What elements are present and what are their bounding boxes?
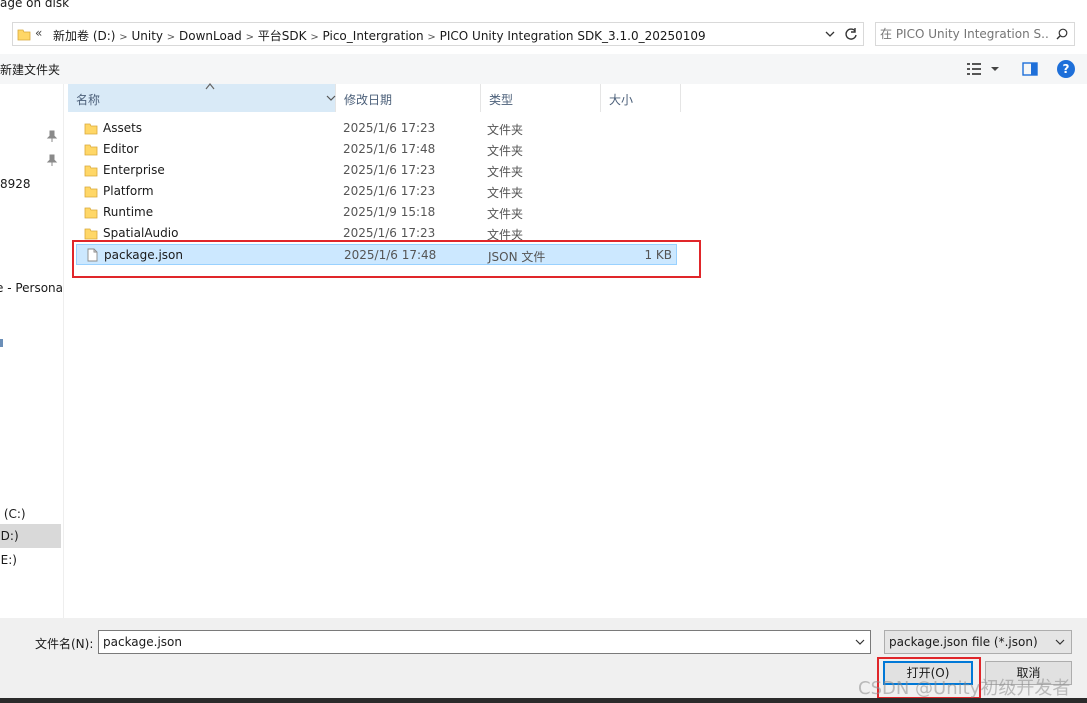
nav-item[interactable]: e - Persona bbox=[0, 281, 63, 295]
pin-icon[interactable] bbox=[46, 130, 58, 142]
folder-icon bbox=[17, 29, 31, 41]
chevron-down-icon[interactable] bbox=[855, 638, 865, 646]
folder-icon bbox=[84, 228, 98, 240]
dialog-footer: 文件名(N): package.json package.json file (… bbox=[0, 618, 1087, 703]
column-header-type[interactable]: 类型 bbox=[481, 84, 601, 112]
file-list: 名称 修改日期 类型 大小 Assets 2025/1/6 17:23 文件夹 … bbox=[64, 83, 1087, 618]
folder-icon bbox=[84, 123, 98, 135]
navigation-pane: 8928 e - Persona 盘 (C:) (D:) (E:) bbox=[0, 84, 64, 618]
file-type: 文件夹 bbox=[487, 186, 524, 200]
search-input[interactable] bbox=[880, 26, 1050, 42]
new-folder-button[interactable]: 新建文件夹 bbox=[0, 61, 60, 78]
breadcrumb-item[interactable]: PICO Unity Integration SDK_3.1.0_2025010… bbox=[440, 29, 706, 43]
window-title-bar: age on disk bbox=[0, 0, 1087, 14]
column-header-label: 名称 bbox=[76, 93, 101, 107]
watermark: CSDN @Unity初级开发者 bbox=[858, 678, 1071, 699]
folder-icon bbox=[84, 165, 98, 177]
nav-item-drive-d[interactable]: (D:) bbox=[0, 529, 19, 543]
chevron-right-icon[interactable]: > bbox=[115, 32, 131, 43]
file-type: 文件夹 bbox=[487, 144, 524, 158]
folder-icon bbox=[84, 186, 98, 198]
file-name: SpatialAudio bbox=[103, 226, 179, 240]
column-header-size[interactable]: 大小 bbox=[601, 84, 681, 112]
column-header-label: 类型 bbox=[489, 93, 514, 107]
file-type-filter-value: package.json file (*.json) bbox=[889, 635, 1038, 649]
file-name: Enterprise bbox=[103, 163, 165, 177]
column-header-label: 修改日期 bbox=[344, 93, 393, 107]
file-name: Platform bbox=[103, 184, 154, 198]
column-header-name[interactable]: 名称 bbox=[68, 83, 336, 112]
toolbar: 新建文件夹 ? bbox=[0, 54, 1087, 84]
overflow-chevron[interactable]: « bbox=[35, 26, 42, 40]
preview-pane-icon[interactable] bbox=[1021, 60, 1039, 78]
file-date: 2025/1/6 17:23 bbox=[343, 163, 436, 177]
file-name: Editor bbox=[103, 142, 139, 156]
window-title: age on disk bbox=[0, 0, 70, 10]
file-name: Assets bbox=[103, 121, 143, 135]
nav-item-drive-e[interactable]: (E:) bbox=[0, 553, 17, 567]
folder-icon bbox=[84, 207, 98, 219]
file-row[interactable]: Assets 2025/1/6 17:23 文件夹 bbox=[76, 118, 677, 139]
file-row[interactable]: Enterprise 2025/1/6 17:23 文件夹 bbox=[76, 160, 677, 181]
pin-icon[interactable] bbox=[46, 154, 58, 166]
chevron-down-icon[interactable] bbox=[1055, 638, 1065, 646]
file-date: 2025/1/6 17:23 bbox=[343, 226, 436, 240]
address-bar[interactable]: « 新加卷 (D:) > Unity > DownLoad > 平台SDK > Pico_Int… bbox=[12, 22, 864, 46]
folder-icon bbox=[84, 144, 98, 156]
file-row[interactable]: Runtime 2025/1/9 15:18 文件夹 bbox=[76, 202, 677, 223]
file-date: 2025/1/6 17:23 bbox=[343, 184, 436, 198]
bottom-edge bbox=[0, 698, 1087, 703]
help-icon[interactable]: ? bbox=[1057, 60, 1075, 78]
chevron-down-icon[interactable] bbox=[823, 27, 837, 41]
nav-item[interactable]: 8928 bbox=[0, 177, 31, 191]
refresh-icon[interactable] bbox=[843, 26, 859, 42]
search-box[interactable] bbox=[875, 22, 1075, 46]
file-type: 文件夹 bbox=[487, 123, 524, 137]
file-date: 2025/1/9 15:18 bbox=[343, 205, 436, 219]
breadcrumb-item[interactable]: 平台SDK bbox=[258, 27, 307, 44]
file-row[interactable]: Editor 2025/1/6 17:48 文件夹 bbox=[76, 139, 677, 160]
column-header-modified[interactable]: 修改日期 bbox=[336, 84, 481, 112]
filename-value[interactable]: package.json bbox=[103, 635, 182, 649]
column-headers: 名称 修改日期 类型 大小 bbox=[64, 83, 1087, 112]
breadcrumb-item[interactable]: Unity bbox=[131, 29, 163, 43]
breadcrumb: 新加卷 (D:) > Unity > DownLoad > 平台SDK > Pico_Inter… bbox=[53, 27, 706, 44]
chevron-right-icon[interactable]: > bbox=[424, 32, 440, 43]
view-options-icon[interactable] bbox=[966, 60, 1002, 78]
column-header-label: 大小 bbox=[609, 93, 634, 107]
chevron-right-icon[interactable]: > bbox=[163, 32, 179, 43]
search-icon[interactable] bbox=[1056, 28, 1068, 40]
chevron-down-icon[interactable] bbox=[326, 94, 336, 102]
chevron-right-icon[interactable]: > bbox=[242, 32, 258, 43]
file-date: 2025/1/6 17:23 bbox=[343, 121, 436, 135]
file-type: 文件夹 bbox=[487, 165, 524, 179]
filename-field[interactable]: package.json bbox=[98, 630, 871, 654]
file-type-filter[interactable]: package.json file (*.json) bbox=[884, 630, 1072, 654]
chevron-right-icon[interactable]: > bbox=[307, 32, 323, 43]
file-row[interactable]: Platform 2025/1/6 17:23 文件夹 bbox=[76, 181, 677, 202]
breadcrumb-item[interactable]: 新加卷 (D:) bbox=[53, 27, 115, 44]
annotation-highlight bbox=[72, 240, 701, 278]
file-name: Runtime bbox=[103, 205, 154, 219]
filename-label: 文件名(N): bbox=[35, 637, 94, 651]
file-date: 2025/1/6 17:48 bbox=[343, 142, 436, 156]
file-type: 文件夹 bbox=[487, 207, 524, 221]
breadcrumb-item[interactable]: Pico_Intergration bbox=[323, 29, 424, 43]
nav-item-drive-c[interactable]: 盘 (C:) bbox=[0, 505, 26, 522]
drive-icon[interactable] bbox=[0, 337, 5, 349]
sort-ascending-icon bbox=[205, 83, 215, 90]
breadcrumb-item[interactable]: DownLoad bbox=[179, 29, 242, 43]
